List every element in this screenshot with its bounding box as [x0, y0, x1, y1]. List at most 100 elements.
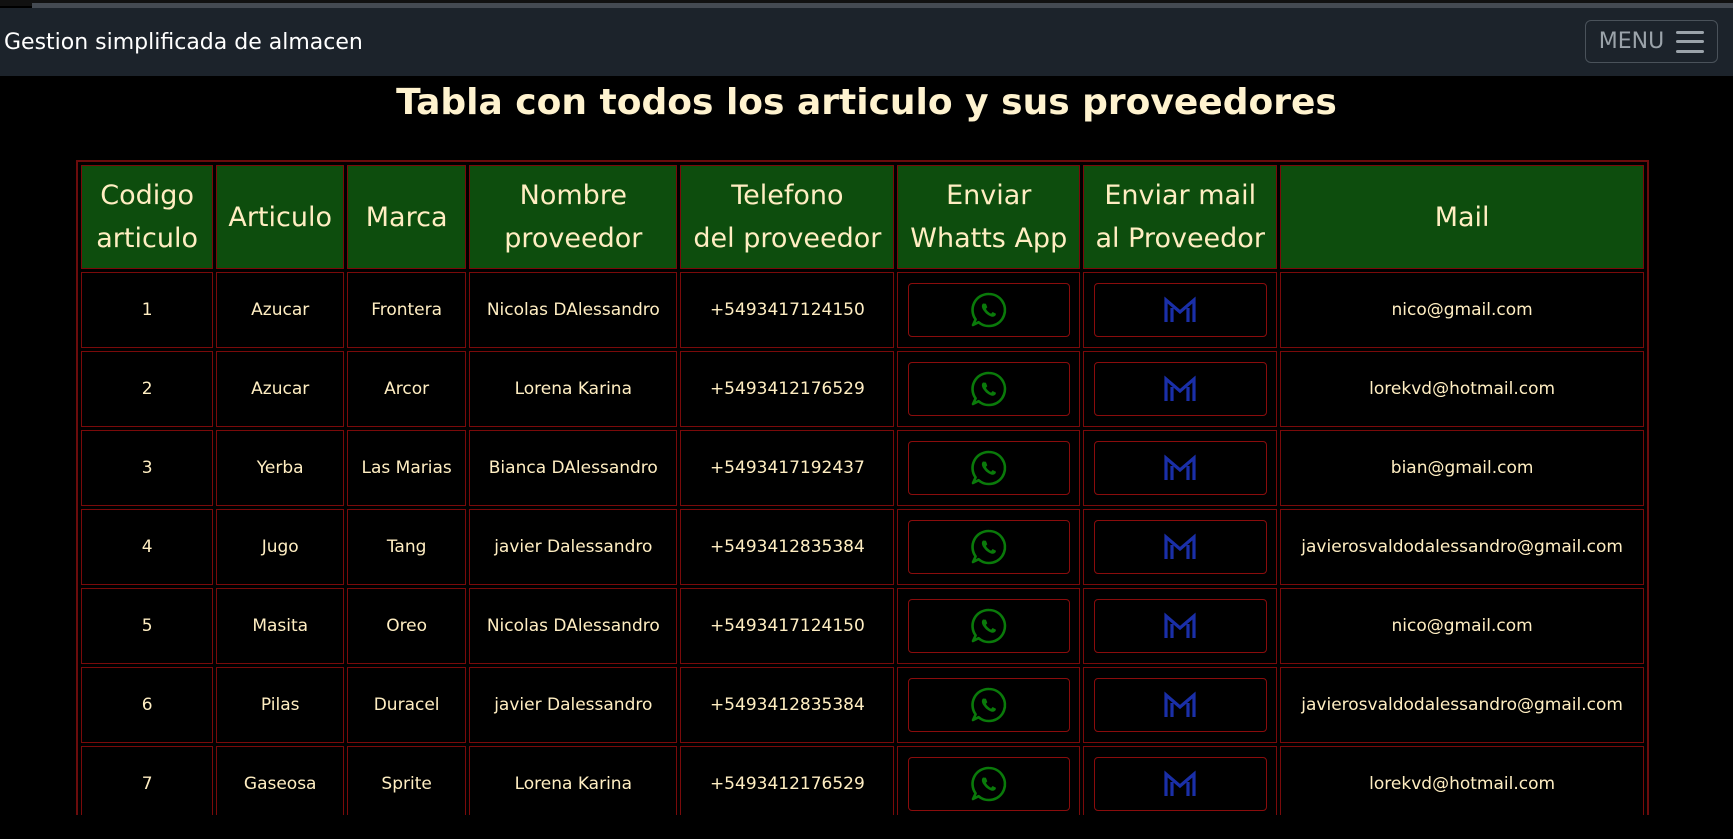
gmail-icon [1164, 533, 1196, 559]
cell-mail: lorekvd@hotmail.com [1280, 351, 1644, 427]
header-whatsapp: Enviar Whatts App [897, 165, 1081, 269]
gmail-icon [1164, 454, 1196, 480]
send-whatsapp-button[interactable] [907, 441, 1070, 495]
cell-enviar-mail [1083, 351, 1278, 427]
cell-codigo: 7 [81, 746, 214, 815]
whatsapp-icon [971, 529, 1006, 565]
send-mail-button[interactable] [1093, 441, 1267, 495]
cell-articulo: Masita [216, 588, 345, 664]
send-whatsapp-button[interactable] [907, 362, 1070, 416]
whatsapp-icon [971, 371, 1006, 407]
cell-enviar-mail [1083, 509, 1278, 585]
header-codigo: Codigo articulo [81, 165, 214, 269]
table-row: 5 Masita Oreo Nicolas DAlessandro +54934… [81, 588, 1644, 664]
cell-mail: lorekvd@hotmail.com [1280, 746, 1644, 815]
table-container: Codigo articulo Articulo Marca Nombre prov… [76, 160, 1649, 815]
cell-enviar-mail [1083, 588, 1278, 664]
cell-telefono: +5493412176529 [680, 746, 895, 815]
cell-enviar-mail [1083, 272, 1278, 348]
cell-articulo: Gaseosa [216, 746, 345, 815]
header-telefono: Telefono del proveedor [680, 165, 895, 269]
header-marca: Marca [347, 165, 467, 269]
cell-mail: nico@gmail.com [1280, 272, 1644, 348]
whatsapp-icon [971, 608, 1006, 644]
table-row: 3 Yerba Las Marias Bianca DAlessandro +5… [81, 430, 1644, 506]
send-whatsapp-button[interactable] [907, 678, 1070, 732]
cell-proveedor: javier Dalessandro [469, 509, 678, 585]
cell-whatsapp [897, 509, 1081, 585]
brand-title[interactable]: Gestion simplificada de almacen [4, 30, 363, 55]
send-mail-button[interactable] [1093, 520, 1267, 574]
cell-telefono: +5493412835384 [680, 667, 895, 743]
send-mail-button[interactable] [1093, 283, 1267, 337]
header-nombre-proveedor: Nombre proveedor [469, 165, 678, 269]
cell-mail: bian@gmail.com [1280, 430, 1644, 506]
hamburger-icon [1676, 30, 1705, 53]
cell-telefono: +5493417192437 [680, 430, 895, 506]
cell-enviar-mail [1083, 746, 1278, 815]
send-whatsapp-button[interactable] [907, 520, 1070, 574]
cell-proveedor: Lorena Karina [469, 746, 678, 815]
cell-proveedor: Nicolas DAlessandro [469, 588, 678, 664]
top-strip [0, 0, 1733, 8]
cell-telefono: +5493417124150 [680, 272, 895, 348]
cell-marca: Frontera [347, 272, 467, 348]
cell-telefono: +5493412176529 [680, 351, 895, 427]
menu-label: MENU [1598, 29, 1665, 54]
cell-proveedor: Bianca DAlessandro [469, 430, 678, 506]
table-row: 7 Gaseosa Sprite Lorena Karina +54934121… [81, 746, 1644, 815]
cell-enviar-mail [1083, 430, 1278, 506]
cell-telefono: +5493417124150 [680, 588, 895, 664]
articles-table: Codigo articulo Articulo Marca Nombre prov… [76, 160, 1649, 815]
cell-marca: Duracel [347, 667, 467, 743]
gmail-icon [1164, 296, 1196, 322]
cell-whatsapp [897, 430, 1081, 506]
cell-articulo: Azucar [216, 272, 345, 348]
table-row: 1 Azucar Frontera Nicolas DAlessandro +5… [81, 272, 1644, 348]
send-mail-button[interactable] [1093, 678, 1267, 732]
cell-marca: Tang [347, 509, 467, 585]
cell-codigo: 5 [81, 588, 214, 664]
cell-mail: nico@gmail.com [1280, 588, 1644, 664]
gmail-icon [1164, 691, 1196, 717]
cell-articulo: Jugo [216, 509, 345, 585]
table-row: 2 Azucar Arcor Lorena Karina +5493412176… [81, 351, 1644, 427]
whatsapp-icon [971, 292, 1006, 328]
cell-whatsapp [897, 667, 1081, 743]
cell-articulo: Azucar [216, 351, 345, 427]
cell-codigo: 4 [81, 509, 214, 585]
page-title: Tabla con todos los articulo y sus prove… [396, 82, 1337, 123]
cell-codigo: 1 [81, 272, 214, 348]
cell-marca: Arcor [347, 351, 467, 427]
cell-codigo: 2 [81, 351, 214, 427]
gmail-icon [1164, 375, 1196, 401]
send-whatsapp-button[interactable] [907, 599, 1070, 653]
cell-articulo: Pilas [216, 667, 345, 743]
cell-codigo: 3 [81, 430, 214, 506]
cell-mail: javierosvaldodalessandro@gmail.com [1280, 667, 1644, 743]
whatsapp-icon [971, 450, 1006, 486]
send-whatsapp-button[interactable] [907, 757, 1070, 811]
cell-proveedor: javier Dalessandro [469, 667, 678, 743]
cell-whatsapp [897, 746, 1081, 815]
gmail-icon [1164, 612, 1196, 638]
cell-marca: Las Marias [347, 430, 467, 506]
whatsapp-icon [971, 687, 1006, 723]
header-enviar-mail: Enviar mail al Proveedor [1083, 165, 1278, 269]
cell-enviar-mail [1083, 667, 1278, 743]
send-mail-button[interactable] [1093, 757, 1267, 811]
header-articulo: Articulo [216, 165, 345, 269]
whatsapp-icon [971, 766, 1006, 802]
cell-telefono: +5493412835384 [680, 509, 895, 585]
send-mail-button[interactable] [1093, 362, 1267, 416]
cell-proveedor: Lorena Karina [469, 351, 678, 427]
send-mail-button[interactable] [1093, 599, 1267, 653]
table-row: 6 Pilas Duracel javier Dalessandro +5493… [81, 667, 1644, 743]
navbar: Gestion simplificada de almacen MENU [0, 8, 1733, 76]
table-row: 4 Jugo Tang javier Dalessandro +54934128… [81, 509, 1644, 585]
header-mail: Mail [1280, 165, 1644, 269]
cell-whatsapp [897, 351, 1081, 427]
menu-button[interactable]: MENU [1585, 20, 1718, 63]
cell-marca: Sprite [347, 746, 467, 815]
send-whatsapp-button[interactable] [907, 283, 1070, 337]
